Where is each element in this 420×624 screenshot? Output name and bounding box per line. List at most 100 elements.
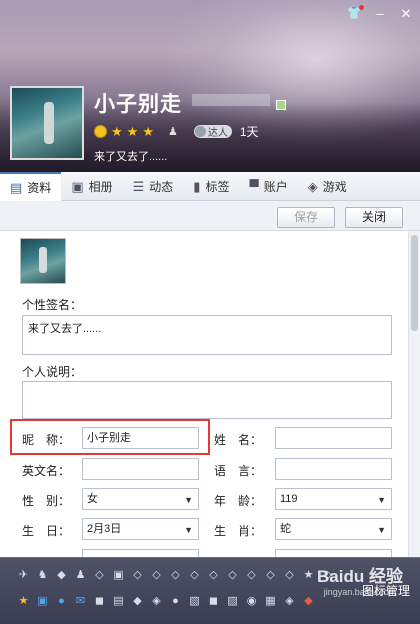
- english-name-field[interactable]: [82, 458, 199, 480]
- service-icon[interactable]: ●: [168, 594, 183, 609]
- camera-icon[interactable]: ▣: [35, 594, 50, 609]
- nickname-field[interactable]: 小子别走: [82, 427, 199, 449]
- english-name-label: 英文名：: [22, 464, 71, 478]
- diamond-icon[interactable]: ◇: [187, 568, 202, 583]
- online-days: 1天: [239, 125, 259, 139]
- profile-nickname: 小子别走: [94, 93, 182, 116]
- tab-account[interactable]: ▀ 账户: [239, 172, 297, 201]
- avatar[interactable]: [10, 86, 84, 160]
- star-icon: ★: [126, 124, 139, 139]
- tab-label: 动态: [149, 180, 174, 194]
- diamond-icon[interactable]: ◇: [168, 568, 183, 583]
- star-icon[interactable]: ★: [16, 594, 31, 609]
- service-icon[interactable]: ◼: [206, 594, 221, 609]
- tab-bar: ▤ 资料 ▣ 相册 ☰ 动态 ▮ 标签 ▀ 账户 ◈ 游戏: [0, 172, 420, 201]
- scrollbar-thumb[interactable]: [411, 235, 418, 331]
- birthday-label: 生 日：: [22, 524, 71, 538]
- watermark-logo: Baidu 经验: [317, 567, 403, 586]
- language-label: 语 言：: [214, 464, 263, 478]
- baidu-watermark: Baidu 经验 jingyan.baidu.com: [300, 562, 420, 612]
- diamond-icon[interactable]: ◇: [206, 568, 221, 583]
- surname-label: 姓 名：: [214, 433, 263, 447]
- gender-label: 性 别：: [22, 494, 71, 508]
- signature-textarea[interactable]: 来了又去了......: [22, 315, 392, 355]
- briefcase-icon: ▀: [249, 179, 259, 194]
- shirt-icon[interactable]: 👕: [346, 5, 364, 22]
- close-icon[interactable]: ✕: [398, 6, 414, 22]
- edit-icon[interactable]: [276, 100, 286, 110]
- birthday-select[interactable]: 2月3日: [82, 518, 199, 540]
- tab-label: 相册: [88, 180, 113, 194]
- tab-feed[interactable]: ☰ 动态: [123, 172, 184, 201]
- watermark-url: jingyan.baidu.com: [323, 587, 397, 597]
- age-label: 年 龄：: [214, 494, 263, 508]
- service-icon[interactable]: ▣: [111, 568, 126, 583]
- zodiac-select[interactable]: 蛇: [275, 518, 392, 540]
- game-icon: ◈: [307, 178, 318, 194]
- feed-icon: ☰: [132, 178, 145, 194]
- partial-field[interactable]: [275, 549, 392, 557]
- service-icon[interactable]: ◼: [92, 594, 107, 609]
- service-icon[interactable]: ▧: [187, 594, 202, 609]
- service-icon-row: ★ ▣ ● ✉ ◼ ▤ ◆ ◈ ● ▧ ◼ ▨ ◉ ▦ ◈ ◆: [16, 594, 316, 609]
- diamond-icon[interactable]: ◇: [225, 568, 240, 583]
- close-button[interactable]: 关闭: [345, 207, 403, 228]
- diamond-icon[interactable]: ◇: [149, 568, 164, 583]
- form-scrollbar[interactable]: [408, 231, 420, 557]
- tab-tags[interactable]: ▮ 标签: [183, 172, 239, 201]
- minimize-icon[interactable]: –: [372, 6, 388, 22]
- language-field[interactable]: [275, 458, 392, 480]
- avatar-thumbnail[interactable]: [20, 238, 66, 284]
- blurred-account-number: [192, 94, 270, 106]
- description-textarea[interactable]: [22, 381, 392, 419]
- star-icon: ★: [142, 124, 154, 139]
- tab-label: 游戏: [322, 180, 347, 194]
- signature-label: 个性签名：: [22, 298, 83, 312]
- diamond-icon[interactable]: ◇: [282, 568, 297, 583]
- diamond-icon[interactable]: ◇: [92, 568, 107, 583]
- gender-select[interactable]: 女: [82, 488, 199, 510]
- app-icon[interactable]: ▤: [111, 594, 126, 609]
- service-icon[interactable]: ▨: [225, 594, 240, 609]
- diamond-icon[interactable]: ◇: [130, 568, 145, 583]
- bookmark-icon: ▮: [193, 178, 201, 194]
- bag-icon: ♟: [167, 126, 178, 138]
- star-icon: ★: [111, 124, 123, 139]
- service-icon[interactable]: ◆: [130, 594, 145, 609]
- daren-badge[interactable]: 达人: [193, 125, 232, 139]
- age-select[interactable]: 119: [275, 488, 392, 510]
- service-icon[interactable]: ♟: [73, 568, 88, 583]
- profile-form: 个性签名： 来了又去了...... 个人说明： 昵 称： 小子别走 姓 名： 英…: [0, 231, 408, 557]
- tab-label: 标签: [205, 180, 230, 194]
- mail-icon[interactable]: ✉: [73, 594, 88, 609]
- tab-label: 账户: [263, 180, 288, 194]
- service-icon[interactable]: ▦: [263, 594, 278, 609]
- service-icon[interactable]: ◆: [54, 568, 69, 583]
- nickname-label: 昵 称：: [22, 433, 71, 447]
- profile-signature: 来了又去了......: [94, 151, 168, 163]
- window-controls: 👕 – ✕: [346, 5, 414, 22]
- save-button[interactable]: 保存: [277, 207, 335, 228]
- shield-icon[interactable]: ◈: [282, 594, 297, 609]
- profile-status-row: ★ ★ ★ ♟ 达人 1天: [94, 123, 259, 140]
- service-icon[interactable]: ✈: [16, 568, 31, 583]
- profile-card-icon: ▤: [10, 179, 23, 195]
- partial-field[interactable]: [82, 549, 199, 557]
- smile-icon: [94, 125, 107, 138]
- description-label: 个人说明：: [22, 365, 83, 379]
- tab-games[interactable]: ◈ 游戏: [298, 172, 357, 201]
- qq-penguin-icon[interactable]: ●: [54, 594, 69, 609]
- toolbar: 保存 关闭: [0, 201, 420, 231]
- diamond-icon[interactable]: ◇: [244, 568, 259, 583]
- shield-icon[interactable]: ◈: [149, 594, 164, 609]
- tab-profile[interactable]: ▤ 资料: [0, 172, 62, 201]
- service-icon[interactable]: ♞: [35, 568, 50, 583]
- service-icon-row: ✈ ♞ ◆ ♟ ◇ ▣ ◇ ◇ ◇ ◇ ◇ ◇ ◇ ◇ ◇ ★ ◇: [16, 568, 335, 583]
- diamond-icon[interactable]: ◇: [263, 568, 278, 583]
- service-icon[interactable]: ◉: [244, 594, 259, 609]
- tab-album[interactable]: ▣ 相册: [61, 172, 122, 201]
- surname-field[interactable]: [275, 427, 392, 449]
- photo-icon: ▣: [71, 178, 84, 194]
- zodiac-label: 生 肖：: [214, 524, 263, 538]
- tab-label: 资料: [27, 181, 52, 195]
